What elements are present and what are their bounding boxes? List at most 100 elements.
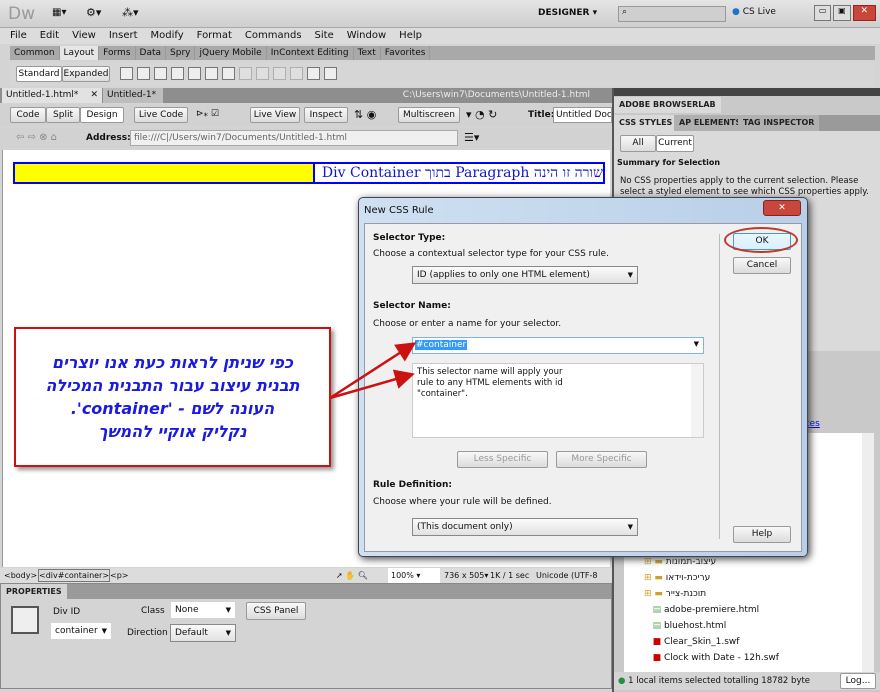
file-item[interactable]: ⊞ ▬ עיצוב-תמונות — [644, 557, 716, 567]
tag-div-container[interactable]: <div#container> — [38, 569, 111, 582]
menu-commands[interactable]: Commands — [245, 28, 302, 44]
menu-insert[interactable]: Insert — [109, 28, 138, 44]
menu-help[interactable]: Help — [399, 28, 422, 44]
less-specific-button[interactable]: Less Specific — [457, 451, 548, 468]
file-item[interactable]: ■ Clear_Skin_1.swf — [644, 637, 740, 647]
properties-tab[interactable]: PROPERTIES — [1, 584, 67, 599]
expanded-mode-button[interactable]: Expanded — [62, 66, 110, 82]
file-item[interactable]: ■ Clock with Date - 12h.swf — [644, 653, 779, 663]
iframe-icon[interactable] — [307, 67, 320, 80]
multiscreen-button[interactable]: Multiscreen — [398, 107, 460, 123]
file-item[interactable]: ▤ adobe-premiere.html — [644, 605, 760, 615]
menu-edit[interactable]: Edit — [40, 28, 59, 44]
window-size[interactable]: 736 x 505▾ — [444, 568, 488, 583]
menu-site[interactable]: Site — [315, 28, 334, 44]
layout-icon[interactable]: ▦▾ — [52, 7, 66, 18]
menu-format[interactable]: Format — [197, 28, 232, 44]
file-item[interactable]: ▤ bluehost.html — [644, 621, 727, 631]
spry-menu-icon[interactable] — [171, 67, 184, 80]
insert-tab-jquery-mobile[interactable]: jQuery Mobile — [195, 46, 267, 60]
table-icon[interactable] — [120, 67, 133, 80]
insert-tab-forms[interactable]: Forms — [99, 46, 136, 60]
close-button[interactable]: ✕ — [852, 5, 876, 21]
ap-div-icon[interactable] — [154, 67, 167, 80]
spry-tabs-icon[interactable] — [188, 67, 201, 80]
frames-icon[interactable] — [324, 67, 337, 80]
live-code-button[interactable]: Live Code — [134, 107, 188, 123]
spry-accordion-icon[interactable] — [205, 67, 218, 80]
standard-mode-button[interactable]: Standard — [16, 66, 62, 82]
design-view-button[interactable]: Design — [80, 107, 124, 123]
div-id-select[interactable]: container — [51, 623, 111, 639]
more-specific-button[interactable]: More Specific — [556, 451, 647, 468]
col-left-icon[interactable] — [273, 67, 286, 80]
zoom-select[interactable]: 100% ▾ — [388, 568, 440, 583]
paragraph-text[interactable]: שורה זו הינה Paragraph בתוך Div Containe… — [315, 164, 603, 182]
chevron-down-icon[interactable]: ▼ — [694, 340, 699, 348]
class-select[interactable]: None — [171, 602, 235, 618]
menu-view[interactable]: View — [72, 28, 96, 44]
refresh-icon[interactable]: ▾ ◔ ↻ — [466, 108, 497, 121]
nav-buttons-icon[interactable]: ⇦ ⇨ ⊗ ⌂ — [16, 132, 57, 143]
menu-window[interactable]: Window — [347, 28, 386, 44]
insert-tab-common[interactable]: Common — [10, 46, 60, 60]
live-view-button[interactable]: Live View — [250, 107, 300, 123]
workspace-switcher[interactable]: DESIGNER ▾ — [538, 8, 597, 18]
browserlab-tab[interactable]: ADOBE BROWSERLAB — [614, 97, 721, 113]
doc-tab-active[interactable]: Untitled-1.html* ✕ — [2, 88, 102, 103]
files-scrollbar[interactable] — [862, 433, 874, 673]
search-input[interactable]: ⌕ — [618, 6, 726, 22]
css-styles-tab[interactable]: CSS STYLES — [614, 115, 678, 131]
inspect-toggle-icon[interactable]: ⊳⁎ ☑ — [196, 109, 219, 119]
pointer-tools-icon[interactable]: ➚ ✋ 🔍︎ — [336, 568, 368, 583]
file-item[interactable]: ⊞ ▬ עריכת-וידאו — [644, 573, 710, 583]
minimize-button[interactable]: ▭ — [814, 5, 832, 21]
tag-inspector-tab[interactable]: TAG INSPECTOR — [738, 115, 820, 131]
rule-definition-select[interactable]: (This document only) — [412, 518, 638, 536]
insert-tab-data[interactable]: Data — [136, 46, 167, 60]
split-view-button[interactable]: Split — [46, 107, 80, 123]
site-icon[interactable]: ⁂▾ — [122, 6, 139, 19]
help-button[interactable]: Help — [733, 526, 791, 543]
cancel-button[interactable]: Cancel — [733, 257, 791, 274]
doc-tab[interactable]: Untitled-1* ✕ — [103, 88, 163, 115]
cs-live-button[interactable]: ● CS Live — [732, 7, 776, 17]
insert-tab-layout[interactable]: Layout — [59, 46, 100, 60]
insert-tab-text[interactable]: Text — [354, 46, 381, 60]
log-button[interactable]: Log... — [840, 673, 876, 689]
selector-type-select[interactable]: ID (applies to only one HTML element) — [412, 266, 638, 284]
row-above-icon[interactable] — [239, 67, 252, 80]
table-view-icon[interactable] — [222, 67, 235, 80]
selector-name-input[interactable]: #container ▼ — [412, 337, 704, 354]
menu-modify[interactable]: Modify — [151, 28, 184, 44]
div-icon[interactable] — [137, 67, 150, 80]
menu-file[interactable]: File — [10, 28, 27, 44]
window-controls: ▭ ▣ ✕ — [814, 5, 876, 21]
browser-icon[interactable]: ⇅ ◉ — [354, 108, 376, 121]
insert-tab-spry[interactable]: Spry — [166, 46, 196, 60]
insert-tab-favorites[interactable]: Favorites — [381, 46, 431, 60]
direction-select[interactable]: Default — [170, 624, 236, 642]
row-below-icon[interactable] — [256, 67, 269, 80]
close-tab-icon[interactable]: ✕ — [90, 88, 98, 103]
tag-p[interactable]: <p> — [110, 568, 128, 583]
tag-body[interactable]: <body> — [4, 568, 37, 583]
col-right-icon[interactable] — [290, 67, 303, 80]
code-view-button[interactable]: Code — [10, 107, 46, 123]
address-input[interactable]: file:///C|/Users/win7/Documents/Untitled… — [130, 130, 458, 146]
all-button[interactable]: All — [620, 135, 656, 152]
maximize-button[interactable]: ▣ — [833, 5, 851, 21]
css-panel-button[interactable]: CSS Panel — [246, 602, 306, 620]
site-link[interactable]: tes — [806, 419, 820, 429]
insert-tab-incontext-editing[interactable]: InContext Editing — [267, 46, 354, 60]
current-button[interactable]: Current — [656, 135, 694, 152]
container-div[interactable]: שורה זו הינה Paragraph בתוך Div Containe… — [13, 162, 605, 184]
title-input[interactable]: Untitled Document — [553, 107, 612, 123]
browse-options-icon[interactable]: ☰▾ — [464, 131, 479, 144]
ap-elements-tab[interactable]: AP ELEMENTS — [674, 115, 747, 131]
file-item[interactable]: ⊞ ▬ תוכנת-צייר — [644, 589, 706, 599]
gear-icon[interactable]: ⚙▾ — [86, 6, 101, 19]
inspect-button[interactable]: Inspect — [304, 107, 348, 123]
dialog-close-button[interactable]: ✕ — [763, 200, 801, 216]
description-scrollbar[interactable] — [691, 364, 703, 437]
